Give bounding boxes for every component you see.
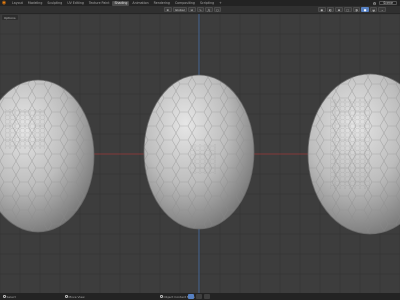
mouse-left-icon: [3, 294, 6, 299]
workspace-tab[interactable]: Shading: [112, 0, 130, 6]
status-toggle-icon[interactable]: [204, 294, 210, 299]
status-buttons: [188, 294, 210, 299]
transform-controls: ⊕ Global ⊡ ∿ ⋀ ○: [164, 6, 222, 14]
viewport-canvas[interactable]: [0, 14, 400, 293]
workspace-tab[interactable]: Sculpting: [45, 1, 64, 6]
viewport-shading-controls: ◉ ◐ ⊞ ▢ ◑ ● ◒ ⌄: [318, 6, 386, 14]
header-icon[interactable]: Global: [172, 7, 188, 12]
header-icon[interactable]: ◒: [369, 7, 378, 12]
header-icon[interactable]: ⋀: [205, 7, 213, 12]
header-icon[interactable]: ◐: [326, 7, 335, 12]
3d-viewport[interactable]: Options: [0, 14, 400, 293]
status-select: Select: [3, 295, 16, 299]
header-icon[interactable]: ⊞: [335, 7, 343, 12]
header-icon[interactable]: ◉: [318, 7, 326, 12]
header-icon[interactable]: ∿: [196, 7, 205, 12]
tool-options-button[interactable]: Options: [2, 15, 18, 20]
workspace-tab[interactable]: Layout: [10, 1, 25, 6]
workspace-tab[interactable]: Animation: [130, 1, 150, 6]
header-icon[interactable]: ●: [361, 7, 369, 12]
header-icon[interactable]: ⊕: [164, 7, 172, 12]
mouse-right-icon: [160, 294, 163, 299]
workspace-tab[interactable]: Texture Paint: [87, 1, 112, 6]
mouse-middle-icon: [65, 294, 68, 299]
header-icon[interactable]: ⌄: [378, 7, 386, 12]
status-toggle-icon[interactable]: [188, 294, 194, 299]
status-toggle-icon[interactable]: [196, 294, 202, 299]
header-icon[interactable]: ▢: [343, 7, 352, 12]
header-icon[interactable]: ⊡: [188, 7, 196, 12]
header-icon[interactable]: ◑: [352, 7, 361, 12]
egg-mesh-center[interactable]: [140, 74, 260, 234]
header-icon[interactable]: ○: [213, 7, 222, 12]
egg-mesh-right[interactable]: [305, 72, 400, 242]
status-move-view: Move View: [65, 295, 85, 299]
workspace-tab[interactable]: UV Editing: [65, 1, 86, 6]
viewport-header: ⊕ Global ⊡ ∿ ⋀ ○ ◉ ◐ ⊞ ▢ ◑ ● ◒ ⌄: [0, 6, 400, 14]
workspace-tab[interactable]: Modeling: [26, 1, 45, 6]
status-bar: Select Move View Object Context Menu: [0, 293, 400, 300]
